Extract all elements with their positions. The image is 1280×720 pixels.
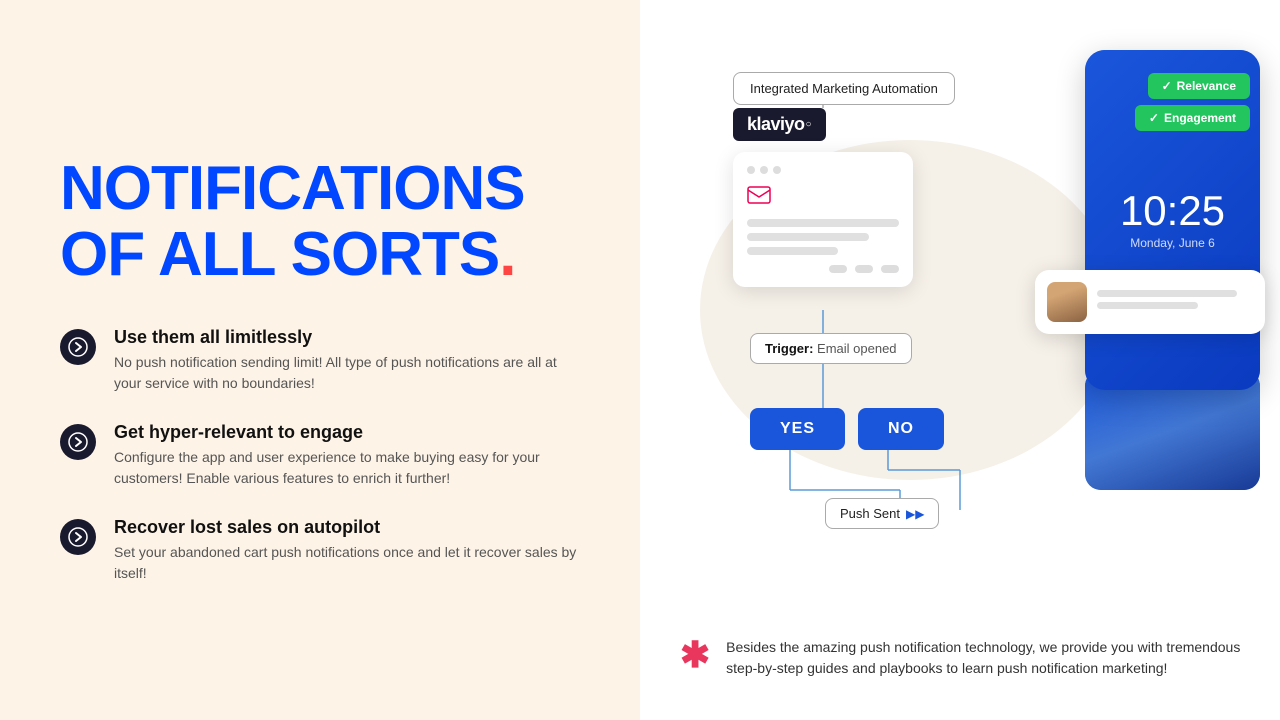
email-footer-dot-1 (829, 265, 847, 273)
engagement-badge: ✓ Engagement (1135, 105, 1250, 131)
phone-mockup: 10:25 Monday, June 6 (1085, 50, 1260, 390)
dot-circle-1 (747, 166, 755, 174)
avatar-image (1047, 282, 1087, 322)
relevance-badge: ✓ Relevance (1148, 73, 1250, 99)
notif-avatar (1047, 282, 1087, 322)
phone-notification-card (1035, 270, 1265, 334)
email-line-1 (747, 219, 899, 227)
email-icon (747, 186, 899, 209)
trigger-value: Email opened (817, 341, 897, 356)
phone-screen: 10:25 Monday, June 6 (1085, 50, 1260, 390)
left-panel: NOTIFICATIONS OF ALL SORTS. Use them all… (0, 0, 640, 720)
feature-text-limitless: Use them all limitlessly No push notific… (114, 327, 580, 394)
trigger-box: Trigger: Email opened (750, 333, 912, 364)
asterisk-icon: ✱ (680, 637, 710, 673)
email-card-dots (747, 166, 899, 174)
feature-desc-limitless: No push notification sending limit! All … (114, 352, 580, 394)
feature-item-autopilot: Recover lost sales on autopilot Set your… (60, 517, 580, 584)
feature-desc-autopilot: Set your abandoned cart push notificatio… (114, 542, 580, 584)
ima-box: Integrated Marketing Automation (733, 72, 955, 105)
email-footer-dot-2 (855, 265, 873, 273)
dot-circle-2 (760, 166, 768, 174)
feature-item-hyper-relevant: Get hyper-relevant to engage Configure t… (60, 422, 580, 489)
headline-line2: OF ALL SORTS (60, 220, 499, 289)
push-sent-box: Push Sent ▶▶ (825, 498, 939, 529)
feature-text-autopilot: Recover lost sales on autopilot Set your… (114, 517, 580, 584)
relevance-label: Relevance (1177, 79, 1236, 93)
email-line-3 (747, 247, 838, 255)
bottom-note: ✱ Besides the amazing push notification … (680, 637, 1250, 680)
right-panel: Integrated Marketing Automation klaviyo … (640, 0, 1280, 720)
bottom-note-text: Besides the amazing push notification te… (726, 637, 1250, 680)
trigger-label: Trigger: (765, 341, 813, 356)
email-line-2 (747, 233, 869, 241)
push-sent-label: Push Sent (840, 506, 900, 521)
feature-title-limitless: Use them all limitlessly (114, 327, 580, 348)
notif-line-2 (1097, 302, 1198, 309)
email-footer-dot-3 (881, 265, 899, 273)
email-card (733, 152, 913, 287)
headline-dot: . (499, 220, 515, 289)
phone-date: Monday, June 6 (1130, 236, 1215, 250)
arrow-right-icon-2 (60, 424, 96, 460)
feature-list: Use them all limitlessly No push notific… (60, 327, 580, 584)
no-button[interactable]: NO (858, 408, 944, 450)
phone-time: 10:25 (1120, 190, 1225, 232)
check-icon-relevance: ✓ (1162, 79, 1172, 93)
check-icon-engagement: ✓ (1149, 111, 1159, 125)
arrow-right-icon-3 (60, 519, 96, 555)
klaviyo-logo-box: klaviyo ○ (733, 108, 826, 141)
feature-title-autopilot: Recover lost sales on autopilot (114, 517, 580, 538)
klaviyo-sup: ○ (806, 119, 812, 130)
engagement-label: Engagement (1164, 111, 1236, 125)
yes-button[interactable]: YES (750, 408, 845, 450)
notif-content-lines (1097, 290, 1253, 314)
ima-label: Integrated Marketing Automation (750, 81, 938, 96)
feature-desc-hyper-relevant: Configure the app and user experience to… (114, 447, 580, 489)
push-sent-arrows-icon: ▶▶ (906, 507, 924, 521)
headline: NOTIFICATIONS OF ALL SORTS. (60, 156, 580, 286)
arrow-right-icon (60, 329, 96, 365)
feature-item-limitless: Use them all limitlessly No push notific… (60, 327, 580, 394)
feature-title-hyper-relevant: Get hyper-relevant to engage (114, 422, 580, 443)
headline-line1: NOTIFICATIONS (60, 154, 525, 223)
notif-line-1 (1097, 290, 1237, 297)
dot-circle-3 (773, 166, 781, 174)
feature-text-hyper-relevant: Get hyper-relevant to engage Configure t… (114, 422, 580, 489)
email-card-footer (747, 265, 899, 273)
klaviyo-text: klaviyo (747, 114, 805, 135)
